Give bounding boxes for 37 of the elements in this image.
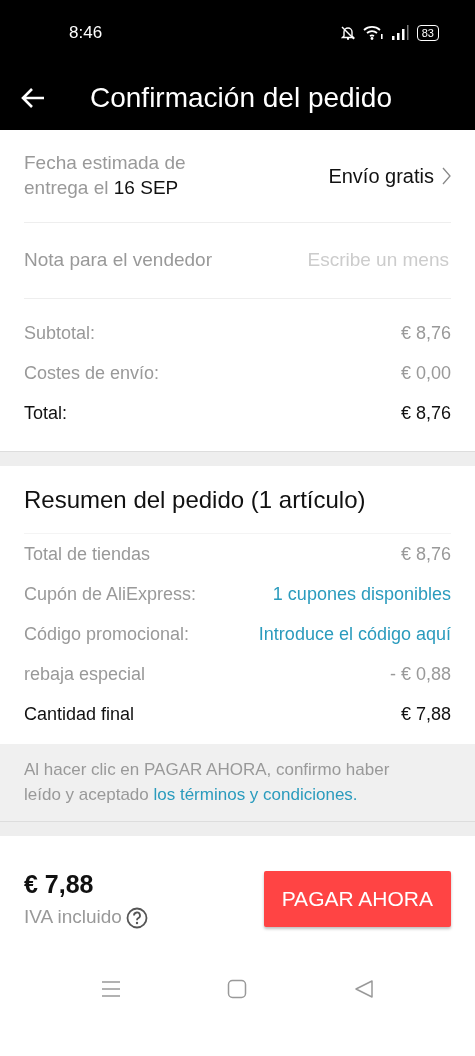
delivery-date-text: Fecha estimada de entrega el 16 SEP xyxy=(24,151,187,200)
link-button[interactable]: Introduce el código aquí xyxy=(258,620,451,648)
back-arrow-icon[interactable] xyxy=(20,86,46,109)
total-row-label: Costes de envío: xyxy=(24,361,160,385)
summary-row-value: € 8,76 xyxy=(400,542,451,566)
page-title: Confirmación del pedido xyxy=(90,80,392,115)
summary-row-label: Código promocional: xyxy=(24,622,190,646)
total-row-value: € 8,76 xyxy=(400,321,451,345)
battery-indicator: 83 xyxy=(416,24,439,41)
bell-muted-icon xyxy=(340,24,355,41)
summary-row-value: € 7,88 xyxy=(400,702,451,726)
back-triangle-icon[interactable] xyxy=(353,979,374,1000)
tax-note: IVA incluido xyxy=(24,905,122,930)
menu-icon[interactable] xyxy=(101,980,122,999)
summary-row-label: Cantidad final xyxy=(24,702,135,726)
total-row-value: € 0,00 xyxy=(400,361,451,385)
terms-text: Al hacer clic en PAGAR AHORA, confirmo haber leído y aceptado los términos y condiciones. xyxy=(24,759,391,806)
summary-row-label: Total de tiendas xyxy=(24,542,151,566)
shipping-option[interactable]: Envío gratis xyxy=(328,161,451,191)
total-row-label: Subtotal: xyxy=(24,321,96,345)
help-icon[interactable] xyxy=(125,906,148,929)
terms-link[interactable]: los términos y condiciones. xyxy=(153,784,358,804)
home-square-icon[interactable] xyxy=(227,979,248,1000)
summary-row-value: - € 0,88 xyxy=(389,662,451,686)
signal-icon xyxy=(390,25,409,40)
pay-now-button[interactable]: PAGAR AHORA xyxy=(263,871,451,927)
seller-note-label: Nota para el vendedor xyxy=(24,248,212,273)
wifi-icon xyxy=(362,25,383,40)
summary-row-label: Cupón de AliExpress: xyxy=(24,582,197,606)
total-row-value: € 8,76 xyxy=(400,401,451,425)
link-button[interactable]: 1 cupones disponibles xyxy=(272,580,451,608)
total-row-label: Total: xyxy=(24,401,68,425)
summary-title: Resumen del pedido (1 artículo) xyxy=(24,484,367,515)
status-time: 8:46 xyxy=(69,21,103,44)
summary-row-label: rebaja especial xyxy=(24,662,146,686)
total-price: € 7,88 xyxy=(24,868,95,900)
chevron-right-icon xyxy=(442,167,451,185)
